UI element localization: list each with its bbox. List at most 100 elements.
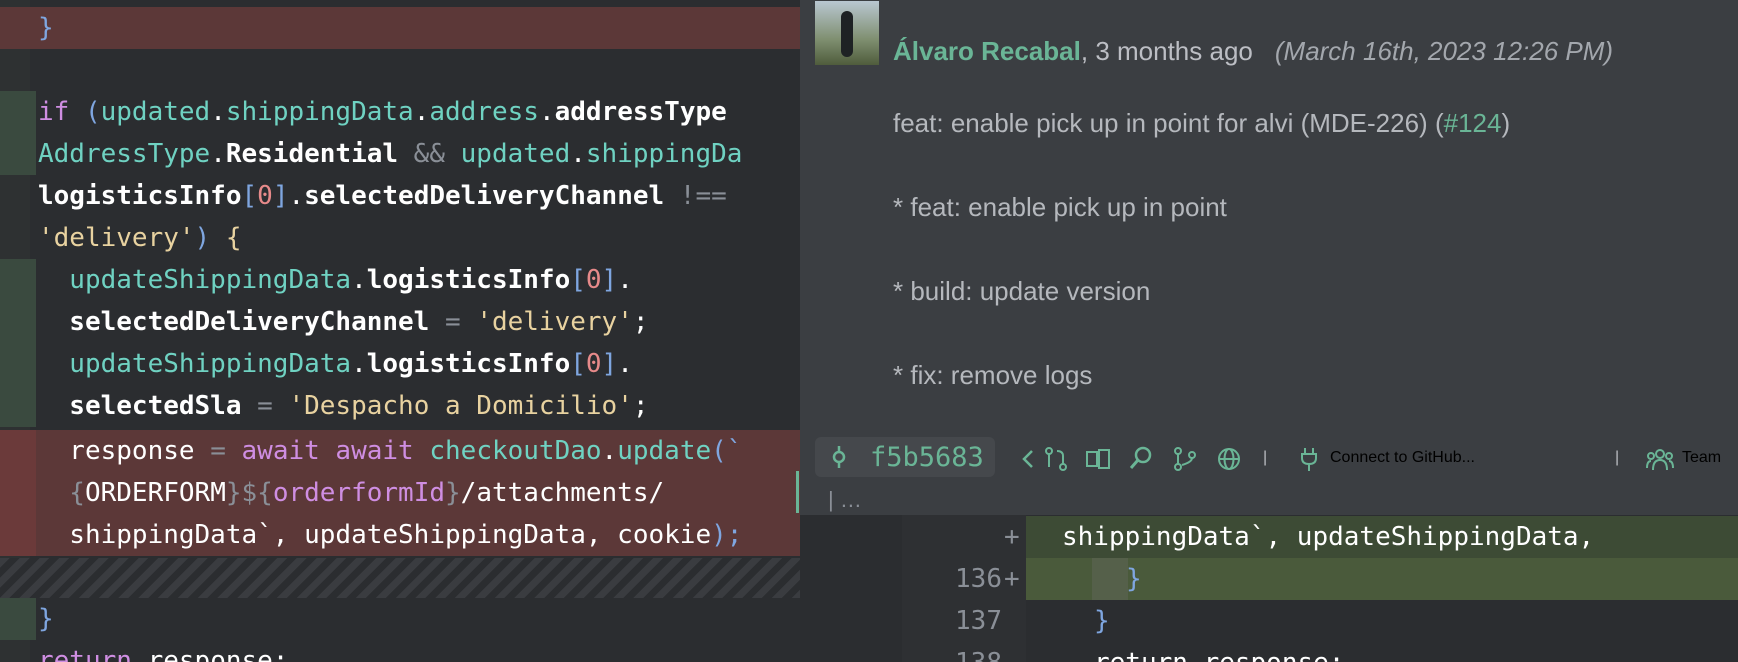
code-line[interactable]: logisticsInfo[0].selectedDeliveryChannel…: [0, 175, 800, 217]
code-token: logisticsInfo: [38, 181, 242, 211]
code-token: ;: [632, 391, 649, 421]
code-token: return: [38, 646, 148, 662]
code-token: ORDERFORM: [84, 478, 226, 508]
avatar[interactable]: [815, 1, 879, 65]
code-text: selectedDeliveryChannel = 'delivery';: [38, 301, 648, 343]
gutter-change-marker: [0, 343, 36, 385]
code-text: }: [38, 7, 54, 49]
commit-title-end: ): [1501, 108, 1511, 138]
code-text: updateShippingData.logisticsInfo[0].: [38, 259, 633, 301]
code-token: .: [351, 265, 367, 295]
connect-github-link[interactable]: Connect to GitHub...: [1330, 433, 1475, 483]
code-line[interactable]: [0, 49, 800, 91]
code-token: orderformId: [272, 478, 446, 508]
diff-plus-marker: +: [1004, 522, 1020, 552]
code-line[interactable]: if (updated.shippingData.address.address…: [0, 91, 800, 133]
code-token: updateShippingData: [38, 349, 352, 379]
globe-icon[interactable]: [1216, 446, 1242, 472]
code-token: selectedSla: [38, 391, 242, 421]
code-line[interactable]: 'delivery') {: [0, 217, 800, 259]
code-token: .: [413, 97, 430, 127]
code-line[interactable]: return response;: [0, 640, 800, 662]
code-token: updated: [100, 97, 211, 127]
more-ellipsis[interactable]: | …: [828, 487, 862, 513]
code-line[interactable]: AddressType.Residential && updated.shipp…: [0, 133, 800, 175]
diff-code-text: shippingData`, updateShippingData,: [1062, 522, 1595, 552]
code-token: 'Despacho a Domicilio': [288, 391, 633, 421]
commit-date: (March 16th, 2023 12:26 PM): [1274, 36, 1614, 66]
code-token: logisticsInfo: [366, 349, 571, 379]
code-token: .: [570, 139, 586, 169]
code-token: =: [429, 307, 477, 337]
code-line[interactable]: {ORDERFORM}${orderformId}/attachments/: [0, 472, 800, 514]
chevron-left-icon[interactable]: [1020, 448, 1036, 470]
plug-icon: [1301, 448, 1317, 471]
team-link[interactable]: Team: [1682, 433, 1721, 483]
diff-line[interactable]: 138 return response;: [902, 642, 1738, 662]
commit-title-text: feat: enable pick up in point for alvi (…: [893, 108, 1444, 138]
code-token: .: [601, 436, 618, 466]
code-line[interactable]: updateShippingData.logisticsInfo[0].: [0, 259, 800, 301]
code-token: }${: [225, 478, 273, 508]
code-line[interactable]: selectedSla = 'Despacho a Domicilio';: [0, 385, 800, 427]
gutter-change-marker: [0, 133, 36, 175]
code-token: shippingData`, updateShippingData, cooki…: [38, 520, 712, 550]
code-token: 'delivery': [38, 223, 195, 253]
code-token: updateShippingData: [38, 265, 352, 295]
whitespace-marker: [1092, 558, 1128, 600]
gutter-change-marker: [0, 217, 36, 259]
code-token: await await: [241, 436, 430, 466]
diff-code-text: }: [1094, 606, 1110, 636]
code-token: ): [194, 223, 226, 253]
code-text: AddressType.Residential && updated.shipp…: [38, 133, 742, 175]
code-token: .: [617, 349, 633, 379]
line-number: 136: [955, 564, 1002, 594]
commit-hash[interactable]: f5b5683: [870, 433, 984, 483]
team-icon: [1646, 449, 1674, 471]
diff-line[interactable]: 136 +}: [902, 558, 1738, 600]
code-token: 0: [585, 349, 602, 379]
code-line[interactable]: }: [0, 7, 800, 49]
code-line[interactable]: response = await await checkoutDao.updat…: [0, 430, 800, 472]
code-text: 'delivery') {: [38, 217, 242, 259]
code-token: .: [617, 265, 633, 295]
gutter-change-marker: [0, 385, 36, 427]
code-token: }: [445, 478, 461, 508]
gutter-change-marker: [0, 301, 36, 343]
code-token: [: [570, 265, 586, 295]
caret-marker: [796, 471, 799, 513]
diff-window-icon[interactable]: [1085, 448, 1111, 470]
code-token: =: [241, 391, 289, 421]
code-token: (`: [711, 436, 743, 466]
code-token: ]: [601, 349, 618, 379]
branches-icon[interactable]: [1172, 446, 1198, 472]
code-line[interactable]: }: [0, 598, 800, 640]
code-line[interactable]: updateShippingData.logisticsInfo[0].: [0, 343, 800, 385]
code-line[interactable]: selectedDeliveryChannel = 'delivery';: [0, 301, 800, 343]
commit-title: feat: enable pick up in point for alvi (…: [893, 108, 1510, 139]
gutter-change-marker: [0, 7, 36, 49]
code-editor[interactable]: } if (updated.shippingData.address.addres…: [0, 0, 800, 662]
code-text: logisticsInfo[0].selectedDeliveryChannel…: [38, 175, 727, 217]
search-icon[interactable]: [1128, 445, 1154, 471]
code-token: if: [38, 97, 85, 127]
code-token: update: [617, 436, 712, 466]
gutter-change-marker: [0, 598, 36, 640]
code-token: (: [84, 97, 101, 127]
code-token: selectedDeliveryChannel: [304, 181, 665, 211]
code-token: shippingDa: [585, 139, 743, 169]
code-token: {: [225, 223, 242, 253]
pr-link[interactable]: #124: [1444, 108, 1502, 138]
code-token: );: [711, 520, 743, 550]
gutter-change-marker: [0, 49, 36, 91]
code-line[interactable]: shippingData`, updateShippingData, cooki…: [0, 514, 800, 556]
author-name[interactable]: Álvaro Recabal: [893, 36, 1081, 66]
diff-code-text: }: [1126, 564, 1142, 594]
diff-line[interactable]: 137}: [902, 600, 1738, 642]
code-token: response: [38, 436, 195, 466]
diff-line[interactable]: + shippingData`, updateShippingData,: [902, 516, 1738, 558]
code-text: response = await await checkoutDao.updat…: [38, 430, 742, 472]
code-token: response;: [147, 646, 289, 662]
branch-compare-icon[interactable]: [1043, 446, 1069, 472]
code-token: =: [194, 436, 242, 466]
